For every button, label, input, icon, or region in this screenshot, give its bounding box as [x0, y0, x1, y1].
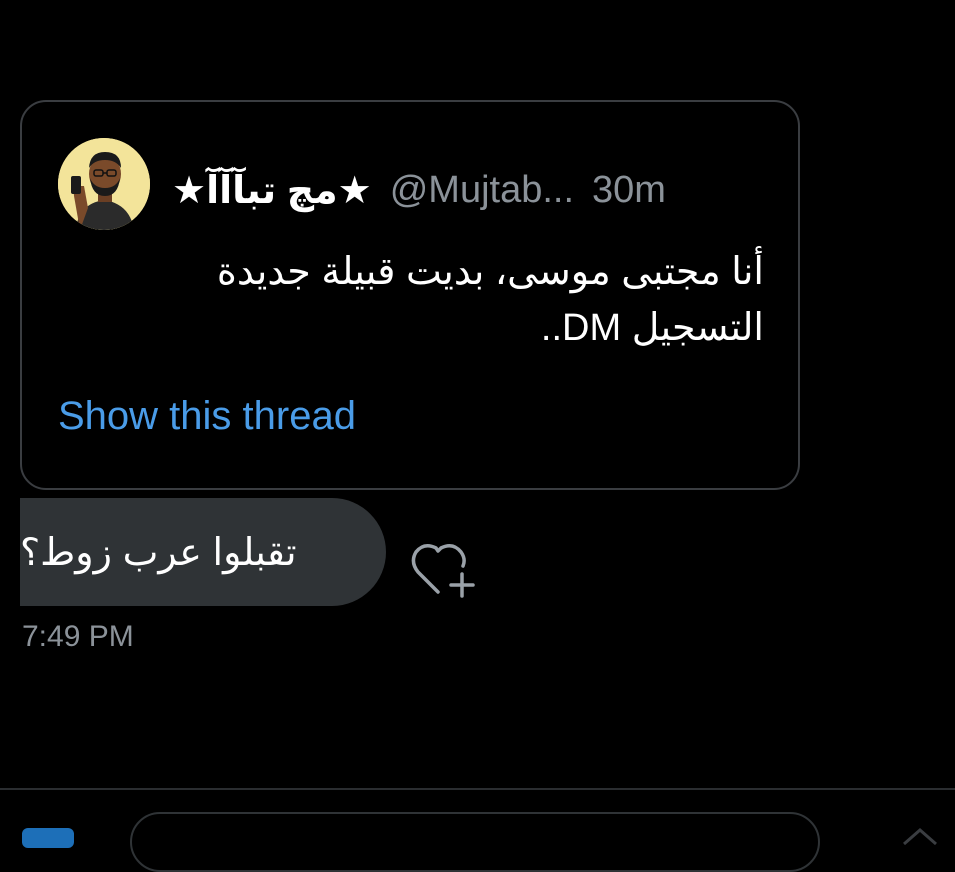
send-icon[interactable] — [900, 826, 940, 846]
show-thread-link[interactable]: Show this thread — [58, 394, 356, 439]
author-avatar[interactable] — [58, 138, 150, 230]
heart-plus-icon — [411, 544, 475, 598]
message-timestamp: 7:49 PM — [22, 620, 134, 653]
tweet-text-line: التسجيل DM.. — [540, 307, 764, 349]
message-text: تقبلوا عرب زوط؟ — [20, 531, 297, 574]
quoted-tweet-card[interactable]: ★مچ تبآآآ★ @Mujtab... 30m أنا مجتبى موسى… — [20, 100, 800, 490]
author-handle[interactable]: @Mujtab... — [390, 169, 574, 212]
message-input[interactable] — [130, 812, 820, 872]
person-avatar-icon — [58, 138, 150, 230]
author-name[interactable]: ★مچ تبآآآ★ — [172, 168, 372, 213]
send-arrow-icon — [903, 828, 937, 846]
message-bubble[interactable]: تقبلوا عرب زوط؟ — [20, 498, 386, 606]
tweet-author-row: ★مچ تبآآآ★ @Mujtab... 30m — [172, 164, 768, 216]
media-icon[interactable] — [22, 828, 74, 848]
composer-divider — [0, 788, 955, 790]
tweet-text-line: أنا مجتبى موسى، بديت قبيلة جديدة — [216, 251, 764, 293]
tweet-time: 30m — [592, 168, 666, 211]
tweet-text: أنا مجتبى موسى، بديت قبيلة جديدة التسجيل… — [58, 244, 764, 356]
react-button[interactable] — [408, 534, 488, 604]
